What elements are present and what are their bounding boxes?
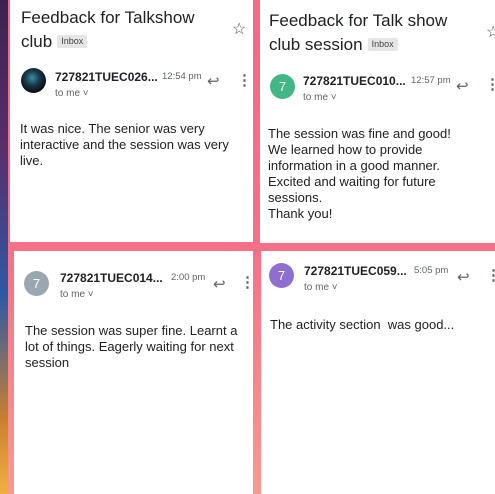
avatar[interactable]: 7 <box>269 263 294 288</box>
email-time: 12:54 pm <box>162 71 202 82</box>
more-options-icon[interactable]: ⋮ <box>486 268 495 283</box>
chevron-down-icon: ˅ <box>331 282 338 293</box>
email-subject: Feedback for Talk show club session Inbox <box>269 9 465 57</box>
avatar[interactable] <box>21 68 46 93</box>
sender-name[interactable]: 727821TUEC059... <box>304 264 407 278</box>
reply-icon[interactable]: ↩ <box>213 275 226 293</box>
recipient-dropdown[interactable]: to me ˅ <box>304 282 338 293</box>
recipient-label: to me <box>304 282 330 293</box>
recipient-label: to me <box>303 92 329 103</box>
email-subject: Feedback for Talkshow club Inbox <box>21 6 223 54</box>
more-options-icon[interactable]: ⋮ <box>237 73 252 88</box>
recipient-label: to me <box>55 88 81 99</box>
inbox-label[interactable]: Inbox <box>57 35 88 48</box>
sender-name[interactable]: 727821TUEC014... <box>60 271 163 285</box>
avatar[interactable]: 7 <box>270 74 295 99</box>
recipient-label: to me <box>60 289 86 300</box>
email-body: The activity section was good... <box>270 317 455 332</box>
more-options-icon[interactable]: ⋮ <box>485 77 495 92</box>
avatar-letter: 7 <box>277 268 286 283</box>
email-time: 5:05 pm <box>414 265 449 276</box>
chevron-down-icon: ˅ <box>87 289 94 300</box>
star-icon[interactable]: ☆ <box>232 19 246 39</box>
email-time: 12:57 pm <box>411 75 451 86</box>
star-icon[interactable]: ☆ <box>486 22 495 42</box>
email-body: The session was fine and good! We learne… <box>268 126 451 221</box>
email-card-1: Feedback for Talkshow club Inbox ☆ 727821… <box>10 0 253 242</box>
recipient-dropdown[interactable]: to me ˅ <box>60 289 94 300</box>
email-card-3: 7 727821TUEC014... 2:00 pm ↩ ⋮ to me ˅ T… <box>14 251 253 494</box>
recipient-dropdown[interactable]: to me ˅ <box>303 92 337 103</box>
reply-icon[interactable]: ↩ <box>207 72 220 90</box>
reply-icon[interactable]: ↩ <box>456 77 469 95</box>
subject-text: Feedback for Talk show club session <box>269 11 448 54</box>
more-options-icon[interactable]: ⋮ <box>240 275 253 290</box>
email-card-4: 7 727821TUEC059... 5:05 pm ↩ ⋮ to me ˅ T… <box>261 251 495 494</box>
inbox-label[interactable]: Inbox <box>367 38 398 51</box>
avatar-letter: 7 <box>32 276 41 291</box>
email-body: The session was super fine. Learnt a lot… <box>25 323 238 370</box>
desktop-edge <box>0 0 8 494</box>
chevron-down-icon: ˅ <box>330 92 337 103</box>
avatar-letter: 7 <box>278 79 287 94</box>
email-body: It was nice. The senior was very interac… <box>20 121 229 168</box>
subject-text: Feedback for Talkshow club <box>21 8 195 51</box>
sender-name[interactable]: 727821TUEC026... <box>55 70 158 84</box>
email-time: 2:00 pm <box>171 272 206 283</box>
chevron-down-icon: ˅ <box>82 88 89 99</box>
avatar[interactable]: 7 <box>24 271 49 296</box>
sender-name[interactable]: 727821TUEC010... <box>303 74 406 88</box>
reply-icon[interactable]: ↩ <box>457 268 470 286</box>
email-card-2: Feedback for Talk show club session Inbox… <box>260 0 495 243</box>
recipient-dropdown[interactable]: to me ˅ <box>55 88 89 99</box>
